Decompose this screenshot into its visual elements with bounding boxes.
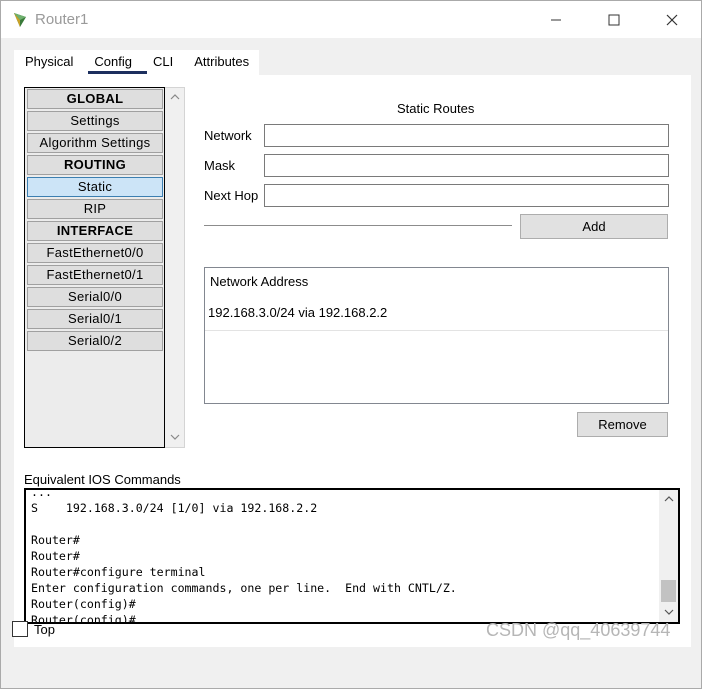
top-checkbox-label: Top [34, 622, 55, 637]
ios-line: Router# [31, 549, 80, 563]
active-tab-indicator [88, 71, 147, 74]
nav-item-fastethernet0-1[interactable]: FastEthernet0/1 [27, 265, 163, 285]
close-button[interactable] [649, 5, 695, 35]
nav-header-routing: ROUTING [27, 155, 163, 175]
network-label: Network [204, 128, 252, 143]
next-hop-input[interactable] [264, 184, 669, 207]
ios-line: Router# [31, 533, 80, 547]
ios-scroll-thumb[interactable] [661, 580, 676, 602]
ios-line: Router#configure terminal [31, 565, 206, 579]
chevron-down-icon[interactable] [663, 606, 675, 618]
minimize-button[interactable] [533, 5, 579, 35]
ios-scrollbar[interactable] [659, 490, 678, 622]
maximize-button[interactable] [591, 5, 637, 35]
nav-item-serial0-0[interactable]: Serial0/0 [27, 287, 163, 307]
nav-item-serial0-1[interactable]: Serial0/1 [27, 309, 163, 329]
next-hop-label: Next Hop [204, 188, 259, 203]
add-button[interactable]: Add [520, 214, 668, 239]
nav-item-static[interactable]: Static [27, 177, 163, 197]
ios-commands-label: Equivalent IOS Commands [24, 472, 181, 487]
nav-scrollbar[interactable] [165, 87, 185, 448]
close-icon [666, 14, 678, 26]
nav-item-fastethernet0-0[interactable]: FastEthernet0/0 [27, 243, 163, 263]
mask-input[interactable] [264, 154, 669, 177]
nav-item-serial0-2[interactable]: Serial0/2 [27, 331, 163, 351]
chevron-up-icon[interactable] [663, 493, 675, 505]
route-row[interactable]: 192.168.3.0/24 via 192.168.2.2 [205, 299, 668, 331]
form-separator [204, 225, 512, 226]
mask-label: Mask [204, 158, 236, 173]
nav-header-interface: INTERFACE [27, 221, 163, 241]
title-bar: Router1 [0, 0, 702, 38]
routes-list: Network Address 192.168.3.0/24 via 192.1… [204, 267, 669, 404]
maximize-icon [608, 14, 620, 26]
ios-commands-console[interactable]: ... S 192.168.3.0/24 [1/0] via 192.168.2.… [24, 488, 680, 624]
top-checkbox[interactable] [12, 621, 28, 637]
remove-button[interactable]: Remove [577, 412, 668, 437]
window-title: Router1 [35, 11, 89, 28]
router-app-icon [14, 13, 26, 27]
chevron-down-icon[interactable] [169, 431, 181, 443]
minimize-icon [551, 19, 561, 21]
ios-line: ​ [31, 516, 659, 532]
config-nav: GLOBAL Settings Algorithm Settings ROUTI… [24, 87, 165, 448]
ios-line: S 192.168.3.0/24 [1/0] via 192.168.2.2 [31, 501, 318, 515]
ios-commands-text: ... S 192.168.3.0/24 [1/0] via 192.168.2.… [31, 488, 659, 622]
tab-attributes[interactable]: Attributes [183, 50, 260, 76]
network-input[interactable] [264, 124, 669, 147]
nav-header-global: GLOBAL [27, 89, 163, 109]
ios-line: ... [31, 488, 52, 499]
routes-list-header: Network Address [210, 274, 309, 289]
ios-line: Router(config)# [31, 597, 136, 611]
nav-item-algorithm-settings[interactable]: Algorithm Settings [27, 133, 163, 153]
device-window: Physical Config CLI Attributes GLOBAL Se… [0, 38, 702, 689]
watermark: CSDN @qq_40639744 [486, 620, 671, 640]
static-routes-title: Static Routes [397, 101, 475, 116]
tab-physical[interactable]: Physical [14, 50, 84, 76]
nav-item-settings[interactable]: Settings [27, 111, 163, 131]
nav-item-rip[interactable]: RIP [27, 199, 163, 219]
tab-cli[interactable]: CLI [142, 50, 184, 76]
ios-line: Enter configuration commands, one per li… [31, 581, 457, 595]
chevron-up-icon[interactable] [169, 91, 181, 103]
